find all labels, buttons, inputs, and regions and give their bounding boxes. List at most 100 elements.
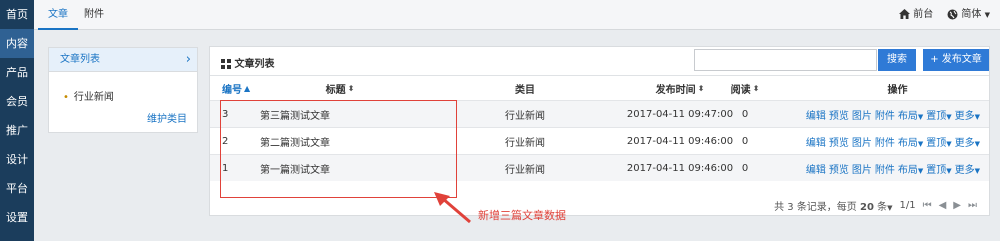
column-header-publish-time-label: 发布时间 xyxy=(655,84,696,96)
top-bar: 文章 附件 前台 简体 ▼ xyxy=(34,0,1000,30)
column-header-id[interactable]: 编号 ▲ xyxy=(222,76,262,100)
search-input[interactable] xyxy=(694,49,877,71)
column-header-reads-label: 阅读 xyxy=(730,84,751,96)
sort-asc-icon: ▲ xyxy=(244,83,251,93)
caret-down-icon: ▼ xyxy=(917,139,924,148)
globe-icon xyxy=(947,9,958,19)
caret-down-icon: ▼ xyxy=(917,166,924,175)
grid-icon xyxy=(221,59,231,69)
preview-link[interactable]: 预览 xyxy=(829,107,849,122)
nav-item-settings[interactable]: 设置 xyxy=(0,203,34,232)
attachment-link[interactable]: 附件 xyxy=(875,107,895,122)
nav-item-content[interactable]: 内容 xyxy=(0,29,34,58)
pager-prefix: 共 xyxy=(774,202,785,213)
last-page-icon[interactable]: ⏭ xyxy=(968,200,977,211)
layout-dropdown[interactable]: 布局▼ xyxy=(898,107,923,122)
left-nav: 首页 内容 产品 会员 推广 设计 平台 设置 xyxy=(0,0,34,241)
tab-articles[interactable]: 文章 xyxy=(38,0,78,30)
top-bar-actions: 前台 简体 ▼ xyxy=(899,0,990,30)
row-category: 行业新闻 xyxy=(505,164,545,176)
more-label: 更多 xyxy=(954,164,975,176)
preview-link[interactable]: 预览 xyxy=(829,134,849,149)
attachment-link[interactable]: 附件 xyxy=(875,134,895,149)
pin-label: 置顶 xyxy=(926,110,947,122)
front-label: 前台 xyxy=(913,9,934,20)
row-actions: 编辑 预览 图片 附件 布局▼ 置顶▼ 更多▼ xyxy=(765,155,980,181)
publish-article-label: 发布文章 xyxy=(941,54,982,65)
column-header-reads[interactable]: 阅读 ⬍ xyxy=(730,76,760,100)
image-link[interactable]: 图片 xyxy=(852,134,872,149)
edit-link[interactable]: 编辑 xyxy=(806,161,826,176)
more-dropdown[interactable]: 更多▼ xyxy=(955,161,980,176)
layout-dropdown[interactable]: 布局▼ xyxy=(898,161,923,176)
next-page-icon[interactable]: ▶ xyxy=(953,200,961,211)
nav-item-home[interactable]: 首页 xyxy=(0,0,34,29)
caret-down-icon: ▼ xyxy=(974,112,980,121)
nav-item-members[interactable]: 会员 xyxy=(0,87,34,116)
column-header-id-label: 编号 xyxy=(222,84,242,96)
caret-down-icon: ▼ xyxy=(887,204,893,212)
caret-down-icon: ▼ xyxy=(974,139,980,148)
preview-link[interactable]: 预览 xyxy=(829,161,849,176)
nav-item-platform[interactable]: 平台 xyxy=(0,174,34,203)
maintain-categories-link[interactable]: 维护类目 xyxy=(147,110,187,125)
category-panel-title: 文章列表 xyxy=(60,54,100,65)
search-button[interactable]: 搜索 xyxy=(878,49,916,71)
column-header-actions-label: 操作 xyxy=(887,84,908,96)
column-header-title-label: 标题 xyxy=(325,84,346,96)
first-page-icon[interactable]: ⏮ xyxy=(923,200,932,211)
prev-page-icon[interactable]: ◀ xyxy=(939,200,947,211)
caret-down-icon: ▼ xyxy=(917,112,924,121)
more-label: 更多 xyxy=(954,110,975,122)
row-actions: 编辑 预览 图片 附件 布局▼ 置顶▼ 更多▼ xyxy=(765,128,980,154)
caret-down-icon: ▼ xyxy=(946,112,952,121)
category-panel-header[interactable]: 文章列表 › xyxy=(49,48,197,72)
tab-attachments[interactable]: 附件 xyxy=(74,0,114,30)
edit-link[interactable]: 编辑 xyxy=(806,107,826,122)
image-link[interactable]: 图片 xyxy=(852,107,872,122)
pin-dropdown[interactable]: 置顶▼ xyxy=(926,107,951,122)
nav-item-design[interactable]: 设计 xyxy=(0,145,34,174)
annotation-text: 新增三篇文章数据 xyxy=(478,209,566,222)
front-link[interactable]: 前台 xyxy=(899,0,933,30)
article-panel-title-text: 文章列表 xyxy=(234,59,275,70)
table-header: 编号 ▲ 标题 ⬍ 类目 发布时间 ⬍ 阅读 ⬍ 操作 xyxy=(210,75,989,100)
image-link[interactable]: 图片 xyxy=(852,161,872,176)
sort-icon: ⬍ xyxy=(347,83,355,93)
chevron-down-icon: ▼ xyxy=(984,11,990,19)
publish-article-button[interactable]: + 发布文章 xyxy=(923,49,989,71)
category-item[interactable]: • 行业新闻 xyxy=(63,88,114,103)
sort-icon: ⬍ xyxy=(752,83,760,93)
pin-label: 置顶 xyxy=(926,137,947,149)
row-actions: 编辑 预览 图片 附件 布局▼ 置顶▼ 更多▼ xyxy=(765,101,980,127)
nav-item-products[interactable]: 产品 xyxy=(0,58,34,87)
pin-dropdown[interactable]: 置顶▼ xyxy=(926,161,951,176)
layout-label: 布局 xyxy=(897,137,918,149)
language-label: 简体 xyxy=(961,9,982,20)
category-panel: 文章列表 › • 行业新闻 维护类目 xyxy=(48,47,198,133)
row-category: 行业新闻 xyxy=(505,137,545,149)
caret-down-icon: ▼ xyxy=(974,166,980,175)
pin-dropdown[interactable]: 置顶▼ xyxy=(926,134,951,149)
page-size-dropdown[interactable]: 条▼ xyxy=(877,202,892,213)
annotation-arrow-icon xyxy=(434,192,471,224)
edit-link[interactable]: 编辑 xyxy=(806,134,826,149)
nav-item-promotion[interactable]: 推广 xyxy=(0,116,34,145)
attachment-link[interactable]: 附件 xyxy=(875,161,895,176)
annotation-highlight-box xyxy=(220,100,457,198)
caret-down-icon: ▼ xyxy=(946,139,952,148)
column-header-category-label: 类目 xyxy=(515,84,535,96)
language-switch[interactable]: 简体 ▼ xyxy=(947,0,990,30)
more-dropdown[interactable]: 更多▼ xyxy=(955,134,980,149)
row-category: 行业新闻 xyxy=(505,110,545,122)
pager-suffix: 条记录，每页 xyxy=(796,202,857,213)
article-panel-title: 文章列表 xyxy=(221,55,274,70)
pagination-summary: 共 3 条记录，每页 20 条▼ xyxy=(774,198,892,213)
column-header-title[interactable]: 标题 ⬍ xyxy=(260,76,420,100)
layout-dropdown[interactable]: 布局▼ xyxy=(898,134,923,149)
home-icon xyxy=(899,9,911,19)
chevron-right-icon: › xyxy=(185,52,191,67)
more-dropdown[interactable]: 更多▼ xyxy=(955,107,980,122)
pin-label: 置顶 xyxy=(926,164,947,176)
caret-down-icon: ▼ xyxy=(946,166,952,175)
